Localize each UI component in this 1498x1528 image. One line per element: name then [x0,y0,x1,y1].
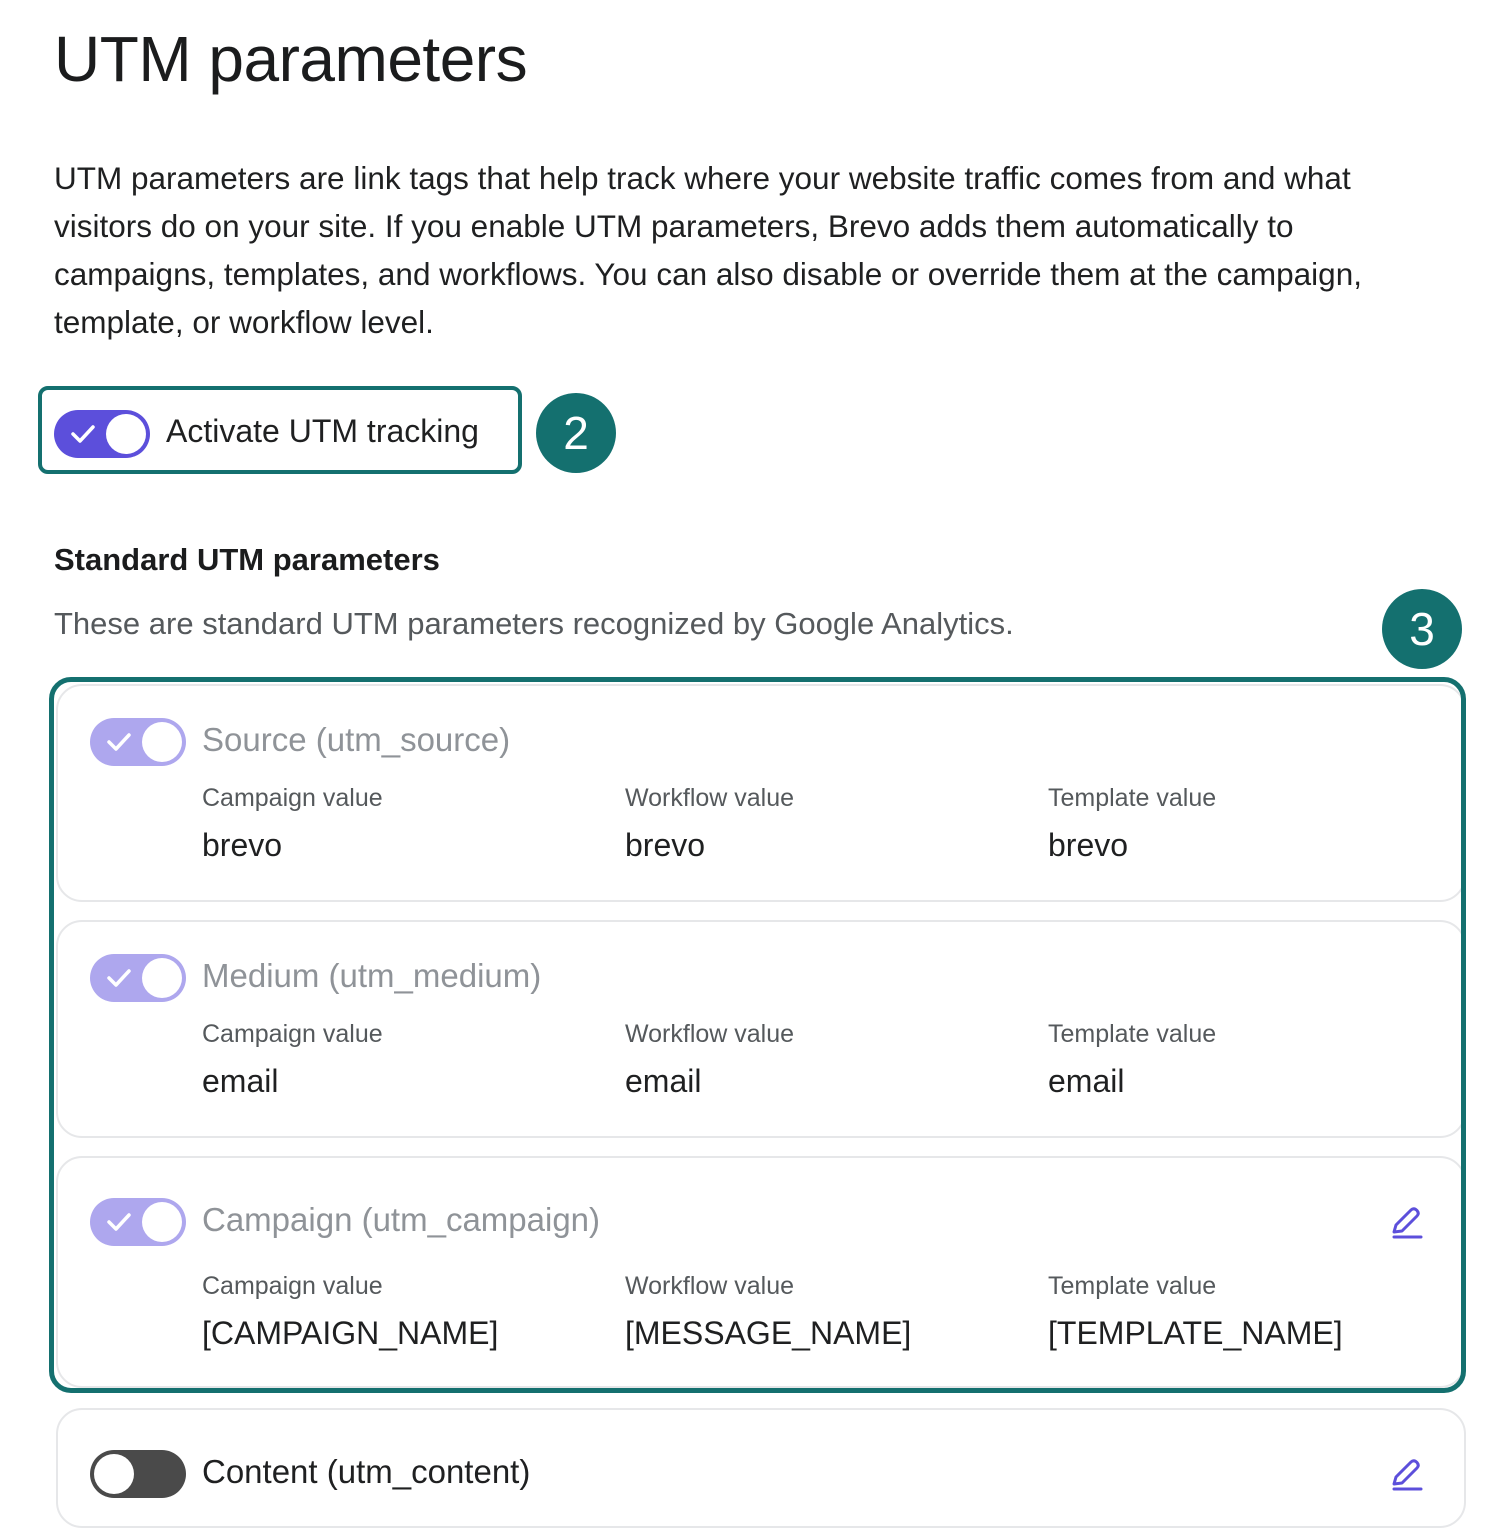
campaign-value: email [202,1063,279,1099]
param-title: Source (utm_source) [202,721,511,758]
workflow-value: [MESSAGE_NAME] [625,1315,912,1351]
template-value-label: Template value [1048,1020,1217,1048]
step-badge-3: 3 [1382,589,1462,669]
check-icon [107,733,131,751]
campaign-value: [CAMPAIGN_NAME] [202,1315,499,1351]
param-title: Campaign (utm_campaign) [202,1201,601,1238]
activate-utm-toggle[interactable] [54,410,150,458]
pencil-edit-icon[interactable] [1388,1456,1424,1492]
template-value: [TEMPLATE_NAME] [1048,1315,1343,1351]
standard-section-title: Standard UTM parameters [54,542,440,577]
campaign-value-label: Campaign value [202,1272,383,1300]
template-value: email [1048,1063,1125,1099]
template-value-label: Template value [1048,784,1217,812]
campaign-value: brevo [202,827,283,863]
campaign-value-label: Campaign value [202,1020,383,1048]
page-title: UTM parameters [54,23,528,95]
campaign-value-label: Campaign value [202,784,383,812]
check-icon [107,969,131,987]
param-card-source: Source (utm_source) Campaign value Workf… [56,684,1466,902]
standard-section-subtitle: These are standard UTM parameters recogn… [54,606,1014,641]
source-toggle[interactable] [90,718,186,766]
medium-toggle[interactable] [90,954,186,1002]
param-card-medium: Medium (utm_medium) Campaign value Workf… [56,920,1466,1138]
check-icon [71,425,95,443]
param-title: Medium (utm_medium) [202,957,542,994]
activate-utm-label: Activate UTM tracking [166,413,479,449]
param-card-content: Content (utm_content) [56,1408,1466,1528]
pencil-edit-icon[interactable] [1388,1204,1424,1240]
workflow-value: email [625,1063,702,1099]
template-value: brevo [1048,827,1129,863]
page-description: UTM parameters are link tags that help t… [54,160,1362,340]
campaign-toggle[interactable] [90,1198,186,1246]
workflow-value-label: Workflow value [625,784,795,812]
workflow-value: brevo [625,827,706,863]
workflow-value-label: Workflow value [625,1020,795,1048]
template-value-label: Template value [1048,1272,1217,1300]
param-title: Content (utm_content) [202,1453,531,1490]
workflow-value-label: Workflow value [625,1272,795,1300]
content-toggle[interactable] [90,1450,186,1498]
step-badge-2: 2 [536,393,616,473]
param-card-campaign: Campaign (utm_campaign) Campaign value W… [56,1156,1466,1388]
check-icon [107,1213,131,1231]
